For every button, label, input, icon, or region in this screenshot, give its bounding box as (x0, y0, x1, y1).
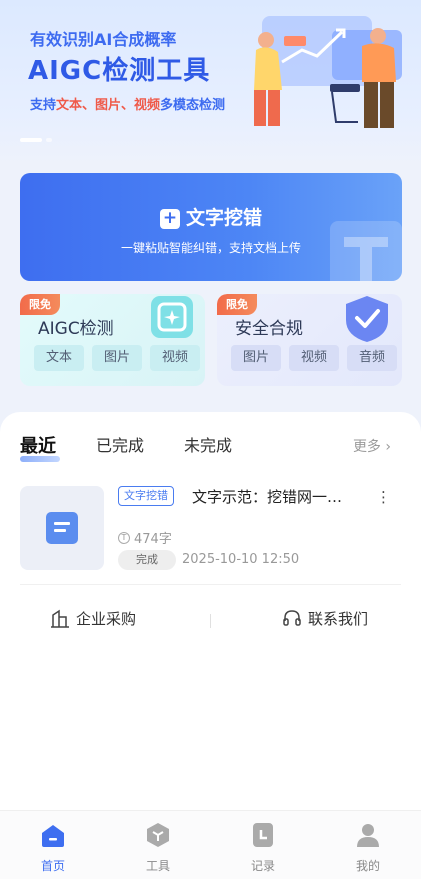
compliance-chip-image[interactable]: 图片 (231, 345, 281, 371)
people-illustration (254, 16, 402, 128)
nav-profile[interactable]: 我的 (338, 821, 398, 874)
record-timestamp: 2025-10-10 12:50 (182, 552, 300, 567)
divider (210, 614, 211, 628)
nav-tools-label: 工具 (145, 859, 170, 873)
tab-completed[interactable]: 已完成 (96, 432, 144, 458)
document-thumbnail (20, 486, 104, 570)
divider (20, 584, 401, 585)
aigc-detect-title: AIGC检测 (38, 319, 114, 339)
free-badge: 限免 (20, 294, 60, 315)
hero-banner[interactable]: 有效识别AI合成概率 AIGC检测工具 支持文本、图片、视频多模态检测 (0, 0, 421, 165)
bottom-navigation: 首页 工具 记录 我的 (0, 810, 421, 879)
contact-us-link[interactable]: 联系我们 (282, 608, 368, 629)
nav-profile-label: 我的 (355, 859, 380, 873)
status-badge: 完成 (118, 550, 176, 570)
banner-subtitle: 支持文本、图片、视频多模态检测 (30, 98, 226, 113)
shield-check-icon (346, 296, 388, 342)
compliance-title: 安全合规 (235, 319, 303, 339)
document-icon (46, 512, 78, 544)
compliance-chip-video[interactable]: 视频 (289, 345, 339, 371)
building-icon (51, 609, 69, 628)
more-options-icon[interactable]: ⋮ (376, 488, 391, 506)
user-icon (354, 821, 382, 849)
nav-home[interactable]: 首页 (23, 821, 83, 874)
word-count: T 474字 (118, 528, 172, 547)
compliance-card[interactable]: 限免 安全合规 图片 视频 音频 (217, 294, 402, 386)
aigc-chip-text[interactable]: 文本 (34, 345, 84, 371)
compliance-chip-audio[interactable]: 音频 (347, 345, 397, 371)
record-tabs: 最近 已完成 未完成 (20, 432, 272, 462)
banner-title: AIGC检测工具 (28, 56, 211, 86)
carousel-indicator (20, 138, 52, 142)
nav-records-label: 记录 (250, 859, 275, 873)
clock-icon (249, 821, 277, 849)
cube-icon (144, 821, 172, 849)
nav-records[interactable]: 记录 (233, 821, 293, 874)
aigc-detect-card[interactable]: 限免 AIGC检测 文本 图片 视频 (20, 294, 205, 386)
home-icon (39, 821, 67, 849)
text-error-check-card[interactable]: + 文字挖错 一键粘贴智能纠错，支持文档上传 (20, 173, 402, 281)
document-t-icon (330, 221, 402, 281)
chevron-right-icon: › (385, 439, 391, 455)
headset-icon (283, 609, 301, 626)
tab-recent[interactable]: 最近 (20, 432, 60, 462)
record-title: 文字示范：挖错网一… (192, 488, 343, 506)
free-badge: 限免 (217, 294, 257, 315)
aigc-chip-video[interactable]: 视频 (150, 345, 200, 371)
aigc-chip-image[interactable]: 图片 (92, 345, 142, 371)
record-item[interactable]: 文字挖错 文字示范：挖错网一… ⋮ T 474字 完成 2025-10-10 12… (20, 486, 401, 578)
text-count-icon: T (118, 531, 130, 544)
more-link[interactable]: 更多 › (353, 436, 391, 456)
plus-icon: + (159, 209, 180, 229)
banner-tagline: 有效识别AI合成概率 (30, 30, 177, 49)
record-type-tag: 文字挖错 (118, 486, 174, 506)
tab-incomplete[interactable]: 未完成 (184, 432, 232, 458)
scan-icon (151, 296, 193, 338)
nav-home-label: 首页 (40, 859, 65, 873)
enterprise-purchase-link[interactable]: 企业采购 (50, 608, 136, 629)
records-panel: 最近 已完成 未完成 更多 › 文字挖错 文字示范：挖错网一… ⋮ T 474字 … (0, 412, 421, 810)
nav-tools[interactable]: 工具 (128, 821, 188, 874)
